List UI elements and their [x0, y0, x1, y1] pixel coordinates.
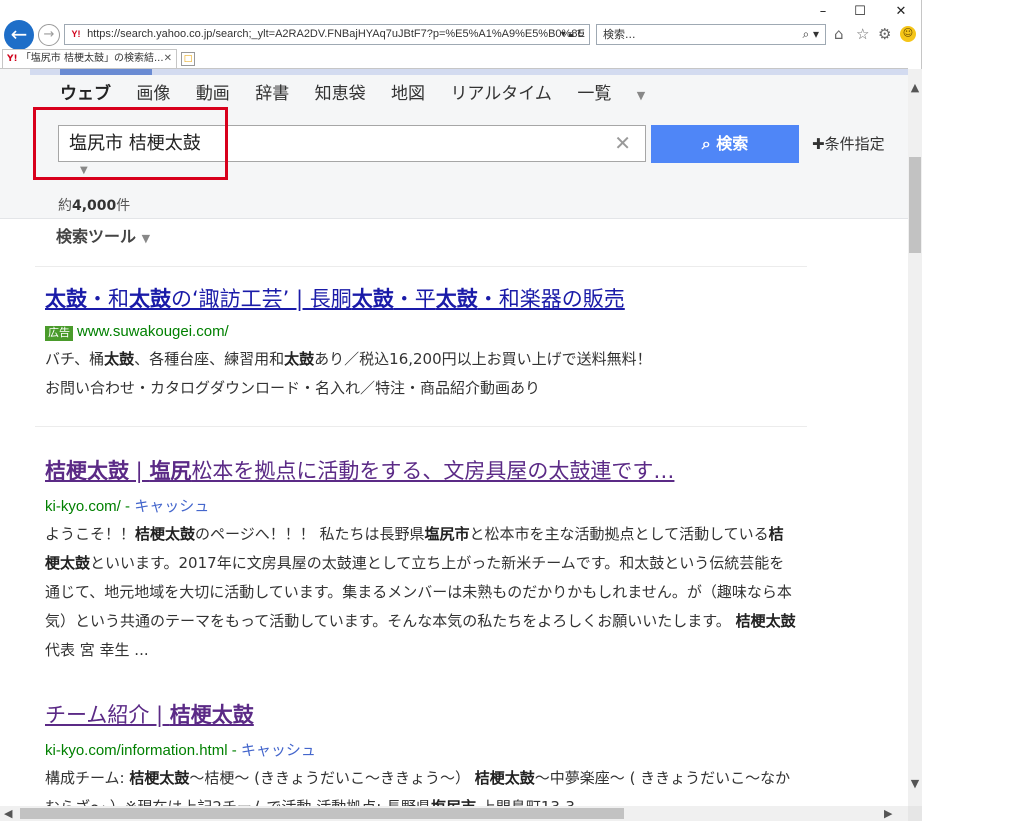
search-result: 桔梗太鼓 | 塩尻松本を拠点に活動をする、文房具屋の太鼓連です… ki-kyo.…: [45, 455, 797, 665]
chevron-down-icon: ▼: [141, 232, 151, 245]
search-tools-button[interactable]: 検索ツール ▼: [56, 223, 150, 247]
result-description: バチ、桶太鼓、各種台座、練習用和太鼓あり／税込16,200円以上お買い上げで送料…: [45, 350, 652, 397]
search-button[interactable]: ⌕ 検索: [651, 125, 799, 163]
back-arrow-icon: ←: [10, 22, 28, 46]
tab-list[interactable]: 一覧 ▼: [577, 84, 665, 104]
tab-chiebukuro[interactable]: 知恵袋: [315, 84, 366, 104]
search-tools-label: 検索ツール: [56, 227, 137, 246]
result-url[interactable]: www.suwakougei.com/: [77, 323, 229, 340]
chevron-down-icon: ▼: [636, 89, 646, 102]
tab-map[interactable]: 地図: [391, 84, 425, 104]
result-description: 構成チーム: 桔梗太鼓〜桔梗〜 (ききょうだいこ〜ききょう〜） 桔梗太鼓〜中夢楽…: [45, 769, 791, 806]
tab-realtime[interactable]: リアルタイム: [450, 84, 552, 104]
search-button-label: 検索: [716, 134, 749, 153]
scroll-up-icon[interactable]: ▲: [908, 81, 922, 94]
tab-favicon-icon: Y!: [7, 54, 18, 64]
feedback-smiley-icon[interactable]: ☺: [900, 26, 916, 42]
divider: [35, 266, 807, 267]
vertical-scrollbar[interactable]: ▲ ▼: [908, 69, 922, 806]
scroll-left-icon[interactable]: ◀: [4, 806, 12, 821]
new-tab-icon: □: [183, 54, 193, 64]
tab-title: 「塩尻市 桔梗太鼓」の検索結...: [20, 53, 164, 64]
result-title[interactable]: 太鼓・和太鼓の‘諏訪工芸’ | 長胴太鼓・平太鼓・和楽器の販売: [45, 283, 797, 313]
tab-images[interactable]: 画像: [136, 84, 170, 104]
result-url[interactable]: ki-kyo.com/information.html: [45, 742, 228, 759]
settings-gear-icon[interactable]: ⚙: [878, 25, 891, 43]
tab-videos[interactable]: 動画: [196, 84, 230, 104]
result-count: 約4,000件: [58, 195, 130, 215]
search-result: チーム紹介 | 桔梗太鼓 ki-kyo.com/information.html…: [45, 699, 797, 806]
ad-badge: 広告: [45, 326, 73, 341]
cache-link[interactable]: キャッシュ: [241, 742, 316, 759]
cache-link[interactable]: キャッシュ: [134, 498, 209, 515]
result-title[interactable]: 桔梗太鼓 | 塩尻松本を拠点に活動をする、文房具屋の太鼓連です…: [45, 455, 797, 485]
search-type-tabs: ウェブ 画像 動画 辞書 知恵袋 地図 リアルタイム 一覧 ▼: [60, 79, 685, 104]
result-count-prefix: 約: [58, 198, 72, 214]
result-title[interactable]: チーム紹介 | 桔梗太鼓: [45, 699, 797, 729]
browser-window: – ☐ ✕ ← → Y! https://search.yahoo.co.jp/…: [0, 0, 922, 821]
result-description: ようこそ！！桔梗太鼓のページへ！！！ 私たちは長野県塩尻市と松本市を主な活動拠点…: [45, 525, 796, 659]
home-icon[interactable]: ⌂: [834, 25, 844, 43]
ad-result: 太鼓・和太鼓の‘諏訪工芸’ | 長胴太鼓・平太鼓・和楽器の販売 広告 www.su…: [45, 283, 797, 403]
highlight-box: [33, 107, 228, 180]
header-strip: [30, 69, 908, 75]
back-button[interactable]: ←: [4, 20, 34, 50]
search-icon: ⌕: [701, 134, 711, 153]
lock-icon[interactable]: 🔒︎: [569, 29, 574, 40]
browser-tab[interactable]: Y! 「塩尻市 桔梗太鼓」の検索結... ✕: [2, 49, 177, 69]
horizontal-scrollbar[interactable]: ◀ ▶: [0, 806, 908, 821]
favorites-star-icon[interactable]: ☆: [856, 25, 869, 43]
result-url[interactable]: ki-kyo.com/: [45, 498, 121, 515]
page-content: ウェブ 画像 動画 辞書 知恵袋 地図 リアルタイム 一覧 ▼ 塩尻市 桔梗太鼓…: [0, 69, 908, 806]
horizontal-scroll-thumb[interactable]: [20, 808, 624, 819]
result-url-line: ki-kyo.com/information.html - キャッシュ: [45, 742, 316, 759]
vertical-scroll-thumb[interactable]: [909, 157, 921, 253]
refresh-icon[interactable]: ↻: [577, 29, 585, 40]
tab-web[interactable]: ウェブ: [60, 84, 111, 104]
forward-button[interactable]: →: [38, 24, 60, 46]
tab-list-label: 一覧: [577, 84, 612, 104]
conditions-link[interactable]: ✚条件指定: [812, 133, 885, 154]
divider: [35, 426, 807, 427]
new-tab-button[interactable]: □: [181, 52, 195, 66]
tab-dictionary[interactable]: 辞書: [255, 84, 289, 104]
minimize-button[interactable]: –: [803, 2, 843, 22]
header-strip-active: [60, 69, 152, 75]
plus-icon: ✚: [812, 135, 825, 153]
address-url[interactable]: https://search.yahoo.co.jp/search;_ylt=A…: [87, 28, 585, 40]
result-url-line: ki-kyo.com/ - キャッシュ: [45, 498, 210, 515]
scroll-down-icon[interactable]: ▼: [908, 777, 922, 790]
browser-search-box[interactable]: 検索... ⌕ ▾: [596, 24, 826, 45]
address-bar[interactable]: Y! https://search.yahoo.co.jp/search;_yl…: [64, 24, 590, 45]
conditions-label: 条件指定: [824, 135, 885, 153]
yahoo-favicon-icon: Y!: [71, 29, 81, 39]
scrollbar-corner: [908, 806, 922, 821]
result-url-line: 広告 www.suwakougei.com/: [45, 323, 797, 341]
clear-icon[interactable]: ✕: [614, 126, 631, 161]
browser-search-placeholder: 検索...: [603, 28, 636, 41]
result-count-value: 4,000: [72, 198, 117, 214]
close-window-button[interactable]: ✕: [881, 2, 921, 22]
close-tab-icon[interactable]: ✕: [164, 50, 172, 68]
result-count-suffix: 件: [116, 198, 131, 214]
search-icon[interactable]: ⌕ ▾: [802, 25, 819, 44]
forward-arrow-icon: →: [43, 27, 55, 42]
maximize-button[interactable]: ☐: [840, 2, 880, 22]
address-actions: ▾ 🔒︎ ↻: [561, 25, 585, 44]
dropdown-icon[interactable]: ▾: [561, 29, 566, 40]
scroll-right-icon[interactable]: ▶: [884, 806, 892, 821]
